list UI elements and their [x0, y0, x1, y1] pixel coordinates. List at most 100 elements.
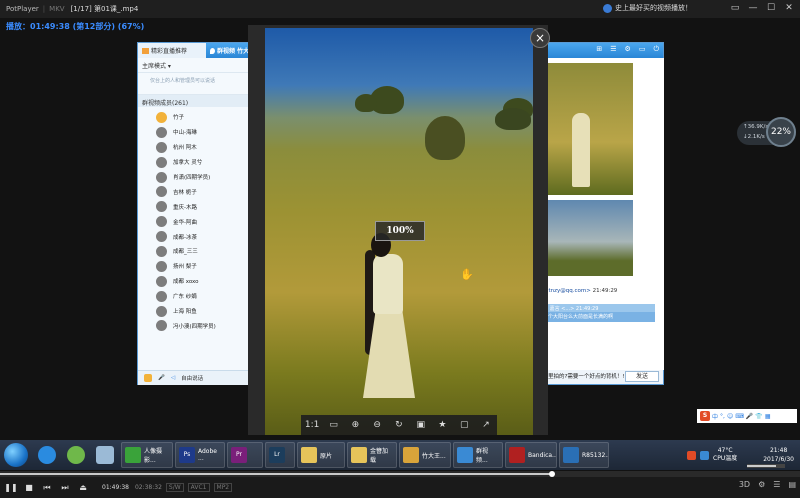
power-icon[interactable]: ⏻: [653, 45, 659, 54]
ime-toolbar[interactable]: S 中 °, ☺ ⌨ 🎤 👕 ▦: [697, 409, 797, 423]
member-row[interactable]: 肖潇(四期学员): [138, 170, 249, 185]
ime-item-icon[interactable]: 👕: [755, 413, 762, 420]
viewer-tool-icon[interactable]: 1:1: [305, 420, 319, 430]
chat-input[interactable]: 在哪里拍的?需要一个好点的背机！!: [537, 372, 625, 380]
sogou-logo-icon[interactable]: S: [700, 411, 710, 421]
mic-icon[interactable]: 🎤: [158, 375, 165, 381]
pinned-app[interactable]: [63, 442, 89, 468]
minimize-icon[interactable]: ▭: [639, 45, 646, 54]
clock[interactable]: 21:48 2017/6/30: [763, 446, 794, 464]
location-icon: [210, 47, 215, 54]
viewer-tool-icon[interactable]: ↻: [392, 420, 406, 430]
taskbar-item[interactable]: 金簪加载: [347, 442, 397, 468]
taskbar-item[interactable]: 竹大王...: [399, 442, 451, 468]
taskbar-item[interactable]: Ps Adobe ...: [175, 442, 225, 468]
viewer-tool-icon[interactable]: ▭: [327, 420, 341, 430]
member-row[interactable]: 成都_三三: [138, 244, 249, 259]
settings-icon[interactable]: ⚙: [758, 480, 765, 489]
ime-item-icon[interactable]: ⌨: [735, 413, 744, 420]
ime-item-icon[interactable]: ☺: [727, 413, 733, 420]
start-button[interactable]: [4, 443, 28, 467]
member-row[interactable]: 竹子: [138, 110, 249, 125]
app-icon: [351, 447, 367, 463]
next-icon[interactable]: ⏭: [58, 483, 72, 493]
playlist-icon[interactable]: ☰: [773, 480, 780, 489]
maximize-icon[interactable]: ☐: [764, 2, 778, 15]
taskbar-item[interactable]: Bandica...: [505, 442, 557, 468]
viewer-tool-icon[interactable]: ▢: [457, 420, 471, 430]
app-icon: [403, 447, 419, 463]
close-icon[interactable]: ✕: [782, 2, 796, 15]
avatar: [156, 126, 167, 138]
mode-selector[interactable]: 主席模式 ▾: [138, 58, 249, 73]
avatar: [156, 290, 167, 302]
member-row[interactable]: 重庆-木路: [138, 199, 249, 214]
avatar: [156, 171, 167, 183]
pin-icon[interactable]: ▭: [728, 2, 742, 15]
member-row[interactable]: 吉林 栀子: [138, 184, 249, 199]
viewer-tool-icon[interactable]: ★: [435, 420, 449, 430]
taskbar-item[interactable]: 群视频...: [453, 442, 503, 468]
chat-photo-2[interactable]: [536, 200, 633, 276]
menu-icon[interactable]: ▤: [788, 480, 796, 489]
member-row[interactable]: 金华-阿曲: [138, 214, 249, 229]
player-titlebar[interactable]: PotPlayer | MKV [1/17] 第01课_.mp4 史上最好买的视…: [0, 0, 800, 18]
ime-item-icon[interactable]: ▦: [765, 413, 771, 420]
member-row[interactable]: 中山-海琳: [138, 125, 249, 140]
taskbar-item[interactable]: Pr: [227, 442, 263, 468]
avatar: [156, 275, 167, 287]
volume-slider[interactable]: [747, 464, 785, 468]
lock-icon[interactable]: [144, 374, 152, 382]
seek-fill: [0, 473, 552, 475]
viewer-tool-icon[interactable]: ⊖: [370, 420, 384, 430]
pinned-ie[interactable]: [34, 442, 60, 468]
network-icon[interactable]: [700, 450, 710, 460]
skin-icon[interactable]: ☰: [610, 45, 616, 54]
taskbar-item[interactable]: R85132...: [559, 442, 609, 468]
viewer-tool-icon[interactable]: ▣: [414, 420, 428, 430]
free-talk-button[interactable]: 自由说话: [181, 374, 203, 382]
share-icon[interactable]: ⊞: [596, 45, 602, 54]
qq-bottom-bar: 🎤 ◁ 自由说话: [138, 370, 250, 385]
3d-icon[interactable]: 3D: [739, 480, 750, 489]
minimize-icon[interactable]: —: [746, 2, 760, 15]
member-row[interactable]: 成都-冰茶: [138, 229, 249, 244]
volume-icon[interactable]: ◁: [171, 375, 175, 381]
avatar: [156, 231, 167, 243]
ime-item-icon[interactable]: 中: [712, 412, 718, 421]
member-row[interactable]: 成都 xoxo: [138, 274, 249, 289]
memory-percent[interactable]: 22%: [766, 117, 796, 147]
tab-live[interactable]: 精彩直播推荐: [138, 43, 206, 58]
player-controls: ❚❚ ■ ⏮ ⏭ ⏏ 01:49:38 02:38:32 S/W AVC1 MP…: [0, 477, 800, 498]
viewer-close-button[interactable]: ×: [530, 28, 550, 48]
sogou-icon[interactable]: [687, 450, 697, 460]
pause-icon[interactable]: ❚❚: [4, 483, 18, 492]
taskbar-item[interactable]: 原片: [297, 442, 345, 468]
cpu-temp[interactable]: 47°C CPU温度: [713, 447, 737, 463]
member-row[interactable]: 杭州 阿木: [138, 140, 249, 155]
stop-icon[interactable]: ■: [22, 483, 36, 492]
chat-photo-1[interactable]: [536, 63, 633, 195]
ie-icon: [38, 446, 56, 464]
prev-icon[interactable]: ⏮: [40, 483, 54, 493]
taskbar: 人像摄影... Ps Adobe ... Pr Lr 原片 金簪加载 竹大王... 群视频...…: [0, 440, 800, 470]
member-row[interactable]: 扬州 梨子: [138, 259, 249, 274]
upload-speed: ↑36.9K/s: [743, 124, 769, 130]
ime-item-icon[interactable]: °,: [720, 413, 725, 420]
taskbar-item[interactable]: 人像摄影...: [121, 442, 173, 468]
app-icon: [67, 446, 85, 464]
pinned-files[interactable]: [92, 442, 118, 468]
taskbar-item[interactable]: Lr: [265, 442, 295, 468]
viewer-tool-icon[interactable]: ↗: [479, 420, 493, 430]
member-row[interactable]: 冯小澳(四期学员): [138, 318, 249, 333]
settings-icon[interactable]: ⚙: [625, 45, 631, 54]
ime-item-icon[interactable]: 🎤: [746, 413, 753, 420]
send-button[interactable]: 发送: [625, 371, 659, 382]
ad-banner[interactable]: 史上最好买的视频播放！: [603, 3, 692, 13]
eject-icon[interactable]: ⏏: [76, 483, 90, 492]
member-row[interactable]: 上海 阳鱼: [138, 304, 249, 319]
member-row[interactable]: 广东 纱娟: [138, 289, 249, 304]
member-row[interactable]: 加拿大 灵兮: [138, 155, 249, 170]
viewer-tool-icon[interactable]: ⊕: [348, 420, 362, 430]
avatar: [156, 111, 167, 123]
